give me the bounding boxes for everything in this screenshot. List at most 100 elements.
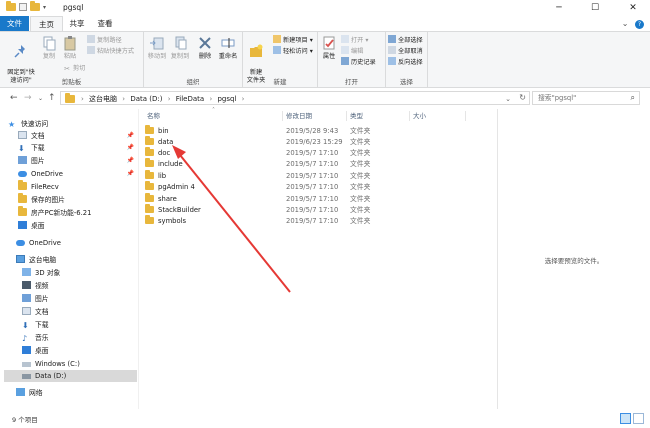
table-row[interactable]: bin 2019/5/28 9:43 文件夹 bbox=[145, 125, 485, 137]
move-to-button[interactable]: 移动到 bbox=[147, 35, 167, 61]
nav-network[interactable]: 网络 bbox=[16, 387, 43, 399]
folder-icon bbox=[18, 180, 27, 190]
new-item-button[interactable]: 新建项目 ▾ bbox=[273, 35, 313, 45]
refresh-icon[interactable]: ↻ bbox=[519, 92, 526, 104]
table-row[interactable]: pgAdmin 4 2019/5/7 17:10 文件夹 bbox=[145, 181, 485, 193]
nav-quick-access[interactable]: ★ 快速访问 bbox=[8, 118, 48, 130]
new-folder-qat-icon[interactable] bbox=[30, 1, 40, 11]
column-divider[interactable] bbox=[465, 111, 466, 121]
tab-share[interactable]: 共享 bbox=[63, 16, 91, 31]
nav-item-pc-downloads[interactable]: ⬇ 下载 bbox=[22, 319, 49, 331]
column-header-name[interactable]: 名称 bbox=[147, 109, 160, 123]
pinned-icon: 📌 bbox=[126, 144, 134, 151]
table-row[interactable]: lib 2019/5/7 17:10 文件夹 bbox=[145, 170, 485, 182]
breadcrumb-separator-icon[interactable]: › bbox=[168, 95, 171, 103]
open-button[interactable]: 打开 ▾ bbox=[341, 35, 368, 45]
breadcrumb-separator-icon[interactable]: › bbox=[209, 95, 212, 103]
tab-home[interactable]: 主页 bbox=[30, 16, 63, 31]
select-all-label: 全部选择 bbox=[398, 37, 423, 44]
select-all-button[interactable]: 全部选择 bbox=[388, 35, 423, 45]
help-icon[interactable]: ? bbox=[635, 20, 644, 29]
nav-item-pc-documents[interactable]: 文档 bbox=[22, 306, 49, 318]
nav-item-label: 图片 bbox=[31, 157, 45, 165]
breadcrumb-filedata[interactable]: FileData bbox=[176, 95, 204, 103]
up-arrow-icon[interactable]: ↑ bbox=[48, 93, 56, 103]
nav-item-filerecv[interactable]: FileRecv bbox=[18, 180, 59, 193]
column-divider[interactable] bbox=[346, 111, 347, 121]
nav-item-videos[interactable]: 视频 bbox=[22, 280, 49, 292]
properties-button[interactable]: 属性 bbox=[320, 35, 338, 61]
large-icons-view-icon[interactable] bbox=[633, 413, 644, 424]
breadcrumb-pgsql[interactable]: pgsql bbox=[217, 95, 236, 103]
maximize-button[interactable]: ☐ bbox=[582, 0, 608, 16]
table-row[interactable]: symbols 2019/5/7 17:10 文件夹 bbox=[145, 215, 485, 227]
tab-view[interactable]: 查看 bbox=[91, 16, 119, 31]
nav-item-downloads[interactable]: ⬇ 下载 📌 bbox=[18, 142, 138, 154]
search-input[interactable] bbox=[533, 92, 621, 104]
table-row[interactable]: share 2019/5/7 17:10 文件夹 bbox=[145, 193, 485, 205]
search-icon[interactable]: ⌕ bbox=[631, 93, 635, 103]
details-view-icon[interactable] bbox=[620, 413, 631, 424]
copy-path-button[interactable]: 复制路径 bbox=[87, 35, 122, 45]
nav-item-saved-pictures[interactable]: 保存的图片 bbox=[18, 193, 65, 206]
copy-button[interactable]: 复制 bbox=[40, 35, 58, 61]
nav-item-documents[interactable]: 文档 📌 bbox=[18, 130, 138, 142]
nav-this-pc[interactable]: 这台电脑 bbox=[16, 254, 56, 266]
nav-item-onedrive-quick[interactable]: OneDrive 📌 bbox=[18, 168, 138, 180]
column-divider[interactable] bbox=[282, 111, 283, 121]
customize-qat-icon[interactable]: ▾ bbox=[43, 4, 46, 11]
nav-item-3d-objects[interactable]: 3D 对象 bbox=[22, 267, 60, 279]
close-button[interactable]: ✕ bbox=[620, 0, 646, 16]
select-none-button[interactable]: 全部取消 bbox=[388, 46, 423, 56]
nav-item-music[interactable]: ♪ 音乐 bbox=[22, 332, 49, 344]
properties-qat-icon[interactable] bbox=[19, 3, 27, 11]
easy-access-button[interactable]: 轻松访问 ▾ bbox=[273, 46, 313, 56]
table-row[interactable]: doc 2019/5/7 17:10 文件夹 bbox=[145, 147, 485, 159]
breadcrumb-drive[interactable]: Data (D:) bbox=[130, 95, 162, 103]
breadcrumb-this-pc[interactable]: 这台电脑 bbox=[89, 95, 117, 103]
table-row[interactable]: include 2019/5/7 17:10 文件夹 bbox=[145, 158, 485, 170]
column-header-date[interactable]: 修改日期 bbox=[286, 109, 312, 123]
nav-item-house-pc[interactable]: 房产PC新功能-6.21 bbox=[18, 206, 92, 219]
nav-item-drive-d[interactable]: Data (D:) bbox=[4, 370, 137, 382]
column-divider[interactable] bbox=[409, 111, 410, 121]
column-header-type[interactable]: 类型 bbox=[350, 109, 363, 123]
history-button[interactable]: 历史记录 bbox=[341, 57, 376, 67]
back-arrow-icon[interactable]: ← bbox=[10, 93, 18, 103]
folder-icon bbox=[145, 125, 154, 134]
nav-item-desktop-quick[interactable]: 桌面 bbox=[18, 220, 45, 232]
rename-icon bbox=[221, 38, 235, 48]
nav-item-pc-pictures[interactable]: 图片 bbox=[22, 293, 49, 305]
delete-button[interactable]: 删除 bbox=[196, 35, 214, 61]
table-row[interactable]: StackBuilder 2019/5/7 17:10 文件夹 bbox=[145, 204, 485, 216]
breadcrumb-separator-icon[interactable]: › bbox=[242, 95, 245, 103]
edit-button[interactable]: 编辑 bbox=[341, 46, 363, 56]
rename-button[interactable]: 重命名 bbox=[216, 35, 240, 61]
paste-button[interactable]: 粘贴 bbox=[61, 35, 79, 61]
nav-item-label: 文档 bbox=[35, 308, 49, 316]
nav-item-label: 房产PC新功能-6.21 bbox=[31, 209, 92, 217]
invert-selection-button[interactable]: 反向选择 bbox=[388, 57, 423, 67]
nav-item-label: 文档 bbox=[31, 132, 45, 140]
nav-item-pictures[interactable]: 图片 📌 bbox=[18, 155, 138, 167]
file-type: 文件夹 bbox=[350, 138, 371, 146]
forward-arrow-icon[interactable]: → bbox=[24, 93, 32, 103]
copy-to-button[interactable]: 复制到 bbox=[170, 35, 190, 61]
collapse-ribbon-icon[interactable]: ⌄ bbox=[622, 19, 629, 28]
address-history-dropdown-icon[interactable]: ⌄ bbox=[505, 93, 511, 105]
nav-item-drive-c[interactable]: Windows (C:) bbox=[22, 358, 80, 370]
address-bar[interactable]: › 这台电脑 › Data (D:) › FileData › pgsql › … bbox=[60, 91, 530, 105]
nav-onedrive[interactable]: OneDrive bbox=[16, 237, 61, 249]
breadcrumb-separator-icon[interactable]: › bbox=[122, 95, 125, 103]
column-header-size[interactable]: 大小 bbox=[413, 109, 426, 123]
file-list: ˄ 名称 修改日期 类型 大小 bin 2019/5/28 9:43 文件夹 d… bbox=[139, 107, 497, 409]
tab-file[interactable]: 文件 bbox=[0, 16, 29, 31]
nav-item-pc-desktop[interactable]: 桌面 bbox=[22, 345, 49, 357]
recent-locations-icon[interactable]: ⌄ bbox=[38, 95, 43, 102]
cut-label: 剪切 bbox=[73, 65, 86, 72]
paste-shortcut-button[interactable]: 粘贴快捷方式 bbox=[87, 46, 134, 56]
table-row[interactable]: data 2019/6/23 15:29 文件夹 bbox=[145, 136, 485, 148]
cut-button[interactable]: ✂ 剪切 bbox=[63, 64, 85, 74]
minimize-button[interactable]: ─ bbox=[546, 0, 572, 16]
file-name: include bbox=[158, 160, 183, 168]
